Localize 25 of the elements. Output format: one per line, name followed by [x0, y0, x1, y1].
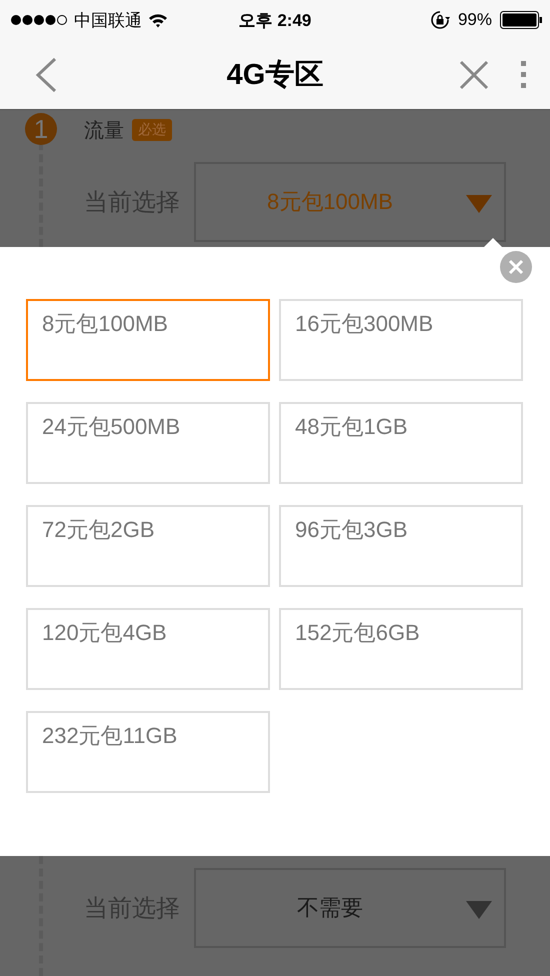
required-badge: 必选 — [132, 119, 172, 141]
package-option[interactable]: 72元包2GB — [26, 505, 270, 587]
package-option[interactable]: 232元包11GB — [26, 711, 270, 793]
battery-icon — [500, 11, 542, 29]
clock-time: 오후 2:49 — [238, 10, 312, 30]
package-option[interactable]: 24元包500MB — [26, 402, 270, 484]
step-number: 1 — [25, 113, 57, 145]
caret-icon — [466, 901, 492, 919]
caret-icon — [466, 195, 492, 213]
rotation-lock-icon — [430, 10, 450, 30]
package-option[interactable]: 120元包4GB — [26, 608, 270, 690]
battery-percent: 99% — [458, 10, 492, 30]
package-option[interactable]: 48元包1GB — [279, 402, 523, 484]
signal-icon — [10, 14, 68, 26]
carrier-name: 中国联通 — [74, 10, 142, 32]
package-option[interactable]: 152元包6GB — [279, 608, 523, 690]
package-option[interactable]: 96元包3GB — [279, 505, 523, 587]
close-icon[interactable] — [500, 251, 532, 283]
package-option[interactable]: 16元包300MB — [279, 299, 523, 381]
step-title: 流量 — [84, 118, 124, 144]
choice-dropdown[interactable]: 不需要 — [194, 868, 506, 948]
package-option[interactable]: 8元包100MB — [26, 299, 270, 381]
wifi-icon — [148, 12, 168, 28]
page-title: 4G专区 — [226, 58, 324, 90]
more-icon[interactable] — [521, 61, 526, 88]
